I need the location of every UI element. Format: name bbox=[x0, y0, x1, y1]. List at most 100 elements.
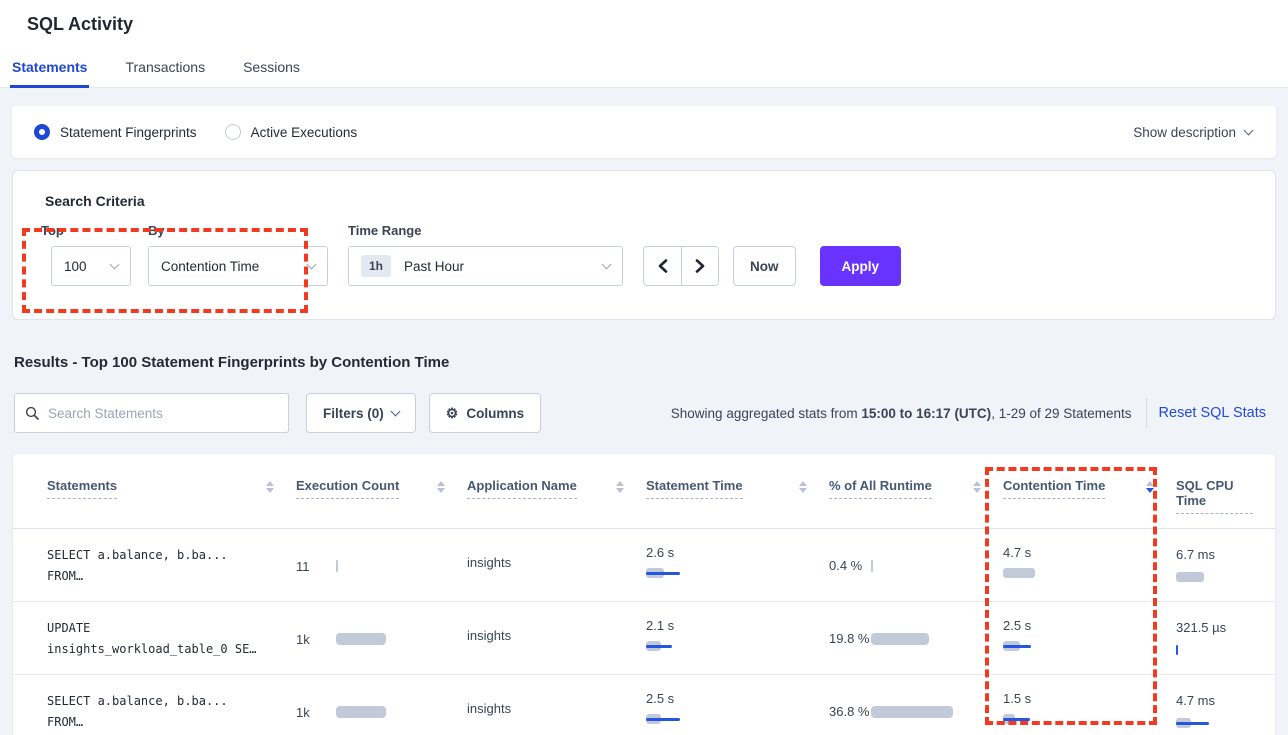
runtime-pct-cell: 19.8 % bbox=[829, 602, 1003, 674]
bar-chart bbox=[336, 633, 446, 646]
statement-link[interactable]: UPDATE insights_workload_table_0 SE… bbox=[47, 602, 296, 674]
radio-active-executions[interactable]: Active Executions bbox=[225, 124, 358, 140]
sql-cpu-time-cell: 6.7 ms bbox=[1176, 529, 1288, 601]
tab-statements[interactable]: Statements bbox=[10, 53, 89, 87]
contention-time-cell: 4.7 s bbox=[1003, 529, 1176, 601]
search-statements-box[interactable] bbox=[14, 393, 289, 433]
table-row: SELECT a.balance, b.ba... FROM… 11 insig… bbox=[13, 529, 1275, 602]
column-header-execution-count[interactable]: Execution Count bbox=[296, 454, 467, 528]
aggregated-stats-text: Showing aggregated stats from 15:00 to 1… bbox=[671, 406, 1132, 421]
statement-link[interactable]: SELECT a.balance, b.ba... FROM… bbox=[47, 675, 296, 735]
bar-chart bbox=[646, 713, 756, 726]
contention-time-cell: 2.5 s bbox=[1003, 602, 1176, 674]
table-row: SELECT a.balance, b.ba... FROM… 1k insig… bbox=[13, 675, 1275, 735]
column-header-contention-time[interactable]: Contention Time bbox=[1003, 454, 1176, 528]
execution-count-cell: 1k bbox=[296, 675, 467, 735]
sql-activity-page: SQL Activity Statements Transactions Ses… bbox=[0, 0, 1288, 735]
column-header-statements[interactable]: Statements bbox=[47, 454, 296, 528]
bar-chart bbox=[1003, 713, 1113, 726]
tab-sessions[interactable]: Sessions bbox=[241, 53, 302, 87]
chevron-down-icon bbox=[1244, 125, 1254, 135]
time-nav-group bbox=[643, 246, 719, 286]
bar-chart bbox=[646, 567, 756, 580]
execution-count-cell: 11 bbox=[296, 529, 467, 601]
chevron-right-icon bbox=[694, 259, 706, 273]
chevron-down-icon bbox=[110, 259, 120, 269]
execution-count-cell: 1k bbox=[296, 602, 467, 674]
bar-chart bbox=[871, 633, 985, 646]
sql-cpu-time-cell: 321.5 µs bbox=[1176, 602, 1288, 674]
now-button[interactable]: Now bbox=[733, 246, 796, 286]
chevron-down-icon bbox=[602, 259, 612, 269]
chevron-left-icon bbox=[657, 259, 669, 273]
search-criteria-title: Search Criteria bbox=[45, 193, 1255, 209]
results-heading: Results - Top 100 Statement Fingerprints… bbox=[14, 354, 1288, 371]
columns-button[interactable]: ⚙ Columns bbox=[429, 393, 541, 433]
top-select[interactable]: 100 bbox=[51, 246, 131, 286]
sort-icon[interactable] bbox=[437, 481, 445, 493]
tab-bar: Statements Transactions Sessions bbox=[0, 53, 1288, 87]
contention-time-cell: 1.5 s bbox=[1003, 675, 1176, 735]
column-header-runtime-pct[interactable]: % of All Runtime bbox=[829, 454, 1003, 528]
statement-link[interactable]: SELECT a.balance, b.ba... FROM… bbox=[47, 529, 296, 601]
radio-selected-icon[interactable] bbox=[34, 124, 50, 140]
bar-chart bbox=[1003, 567, 1113, 580]
statement-time-cell: 2.6 s bbox=[646, 529, 829, 601]
time-range-badge: 1h bbox=[361, 255, 391, 277]
table-header-row: Statements Execution Count Application N… bbox=[13, 454, 1275, 529]
sort-icon[interactable] bbox=[266, 481, 274, 493]
bar-chart bbox=[1176, 571, 1286, 584]
radio-unselected-icon[interactable] bbox=[225, 124, 241, 140]
radio-statement-fingerprints[interactable]: Statement Fingerprints bbox=[34, 124, 197, 140]
statement-time-cell: 2.1 s bbox=[646, 602, 829, 674]
next-time-button[interactable] bbox=[681, 247, 718, 285]
show-description-toggle[interactable]: Show description bbox=[1133, 125, 1252, 140]
runtime-pct-cell: 36.8 % bbox=[829, 675, 1003, 735]
bar-chart bbox=[1003, 640, 1113, 653]
top-select-value: 100 bbox=[64, 259, 87, 274]
bar-chart bbox=[1176, 644, 1286, 657]
by-select-value: Contention Time bbox=[161, 259, 259, 274]
time-range-label: Time Range bbox=[348, 223, 623, 238]
sort-icon[interactable] bbox=[1146, 481, 1154, 493]
bar-chart bbox=[646, 640, 756, 653]
show-description-label: Show description bbox=[1133, 125, 1236, 140]
by-label: By bbox=[148, 223, 328, 238]
sort-icon[interactable] bbox=[799, 481, 807, 493]
tab-transactions[interactable]: Transactions bbox=[123, 53, 207, 87]
search-statements-input[interactable] bbox=[48, 406, 278, 421]
column-header-statement-time[interactable]: Statement Time bbox=[646, 454, 829, 528]
columns-label: Columns bbox=[466, 406, 524, 421]
column-header-sql-cpu-time[interactable]: SQL CPU Time bbox=[1176, 454, 1275, 528]
filters-button[interactable]: Filters (0) bbox=[306, 393, 416, 433]
sql-cpu-time-cell: 4.7 ms bbox=[1176, 675, 1288, 735]
radio-label: Active Executions bbox=[251, 125, 358, 140]
page-title: SQL Activity bbox=[0, 12, 1288, 53]
time-range-value: Past Hour bbox=[404, 259, 464, 274]
bar-chart bbox=[336, 560, 446, 573]
top-label: Top bbox=[41, 223, 131, 238]
sort-icon[interactable] bbox=[973, 481, 981, 493]
gear-icon: ⚙ bbox=[446, 406, 459, 420]
reset-sql-stats-link[interactable]: Reset SQL Stats bbox=[1159, 405, 1276, 421]
apply-button[interactable]: Apply bbox=[820, 246, 902, 286]
chevron-down-icon bbox=[390, 406, 400, 416]
top-field: Top 100 bbox=[41, 223, 131, 286]
radio-label: Statement Fingerprints bbox=[60, 125, 197, 140]
by-field: By Contention Time bbox=[148, 223, 328, 286]
divider bbox=[1146, 398, 1147, 428]
prev-time-button[interactable] bbox=[644, 247, 681, 285]
bar-chart bbox=[336, 706, 446, 719]
statement-time-cell: 2.5 s bbox=[646, 675, 829, 735]
view-toggle-bar: Statement Fingerprints Active Executions… bbox=[12, 106, 1276, 158]
by-select[interactable]: Contention Time bbox=[148, 246, 328, 286]
application-name-cell: insights bbox=[467, 675, 646, 735]
sort-icon[interactable] bbox=[616, 481, 624, 493]
time-range-select[interactable]: 1h Past Hour bbox=[348, 246, 623, 286]
chevron-down-icon bbox=[307, 259, 317, 269]
column-header-application-name[interactable]: Application Name bbox=[467, 454, 646, 528]
results-toolbar: Filters (0) ⚙ Columns Showing aggregated… bbox=[14, 393, 1276, 433]
runtime-pct-cell: 0.4 % bbox=[829, 529, 1003, 601]
page-header: SQL Activity Statements Transactions Ses… bbox=[0, 0, 1288, 88]
filters-label: Filters (0) bbox=[323, 406, 384, 421]
